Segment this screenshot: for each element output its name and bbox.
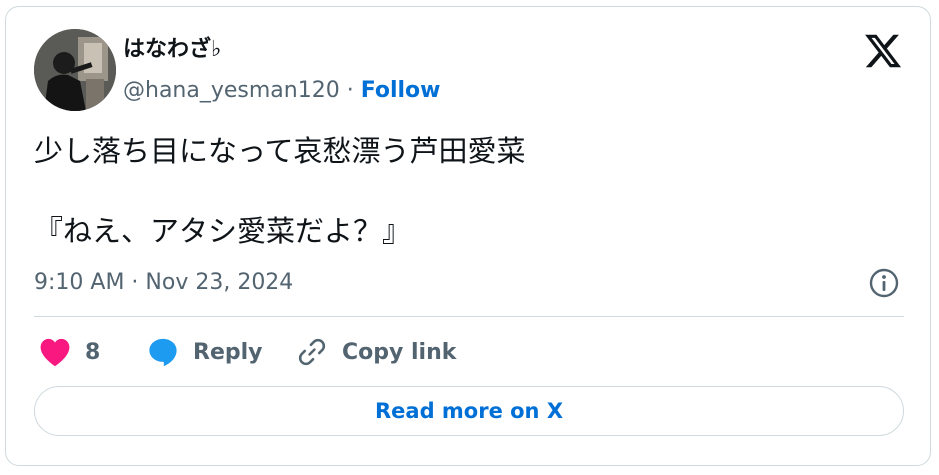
link-icon	[298, 338, 326, 366]
handle-separator: ·	[346, 78, 354, 103]
author-display-name[interactable]: はなわざ♭	[123, 36, 221, 64]
copy-link-button[interactable]: Copy link	[296, 334, 456, 370]
tweet-embed-card: はなわざ♭ @hana_yesman120 · Follow 少し落ち目になって…	[5, 6, 931, 466]
tweet-text-line: 少し落ち目になって哀愁漂う芦田愛菜	[34, 134, 526, 168]
tweet-text: 少し落ち目になって哀愁漂う芦田愛菜 『ねえ、アタシ愛菜だよ？』	[34, 131, 526, 251]
reply-label: Reply	[193, 339, 263, 365]
like-count: 8	[85, 339, 101, 365]
divider	[34, 316, 904, 317]
avatar[interactable]	[34, 29, 116, 111]
x-logo-icon[interactable]	[863, 31, 903, 71]
follow-button[interactable]: Follow	[361, 78, 441, 103]
speech-bubble-icon	[149, 338, 177, 367]
copy-link-label: Copy link	[342, 339, 457, 365]
author-handle-row: @hana_yesman120 · Follow	[123, 77, 441, 105]
avatar-photo-icon	[34, 29, 116, 111]
read-more-label: Read more on X	[374, 399, 564, 423]
info-icon[interactable]	[868, 267, 900, 299]
like-button[interactable]: 8	[39, 334, 100, 370]
tweet-text-line: 『ねえ、アタシ愛菜だよ？』	[34, 214, 412, 248]
read-more-button[interactable]: Read more on X	[34, 386, 904, 436]
author-handle[interactable]: @hana_yesman120	[123, 78, 340, 103]
tweet-timestamp[interactable]: 9:10 AM · Nov 23, 2024	[34, 269, 293, 297]
heart-icon	[40, 338, 70, 367]
reply-button[interactable]: Reply	[147, 334, 263, 370]
